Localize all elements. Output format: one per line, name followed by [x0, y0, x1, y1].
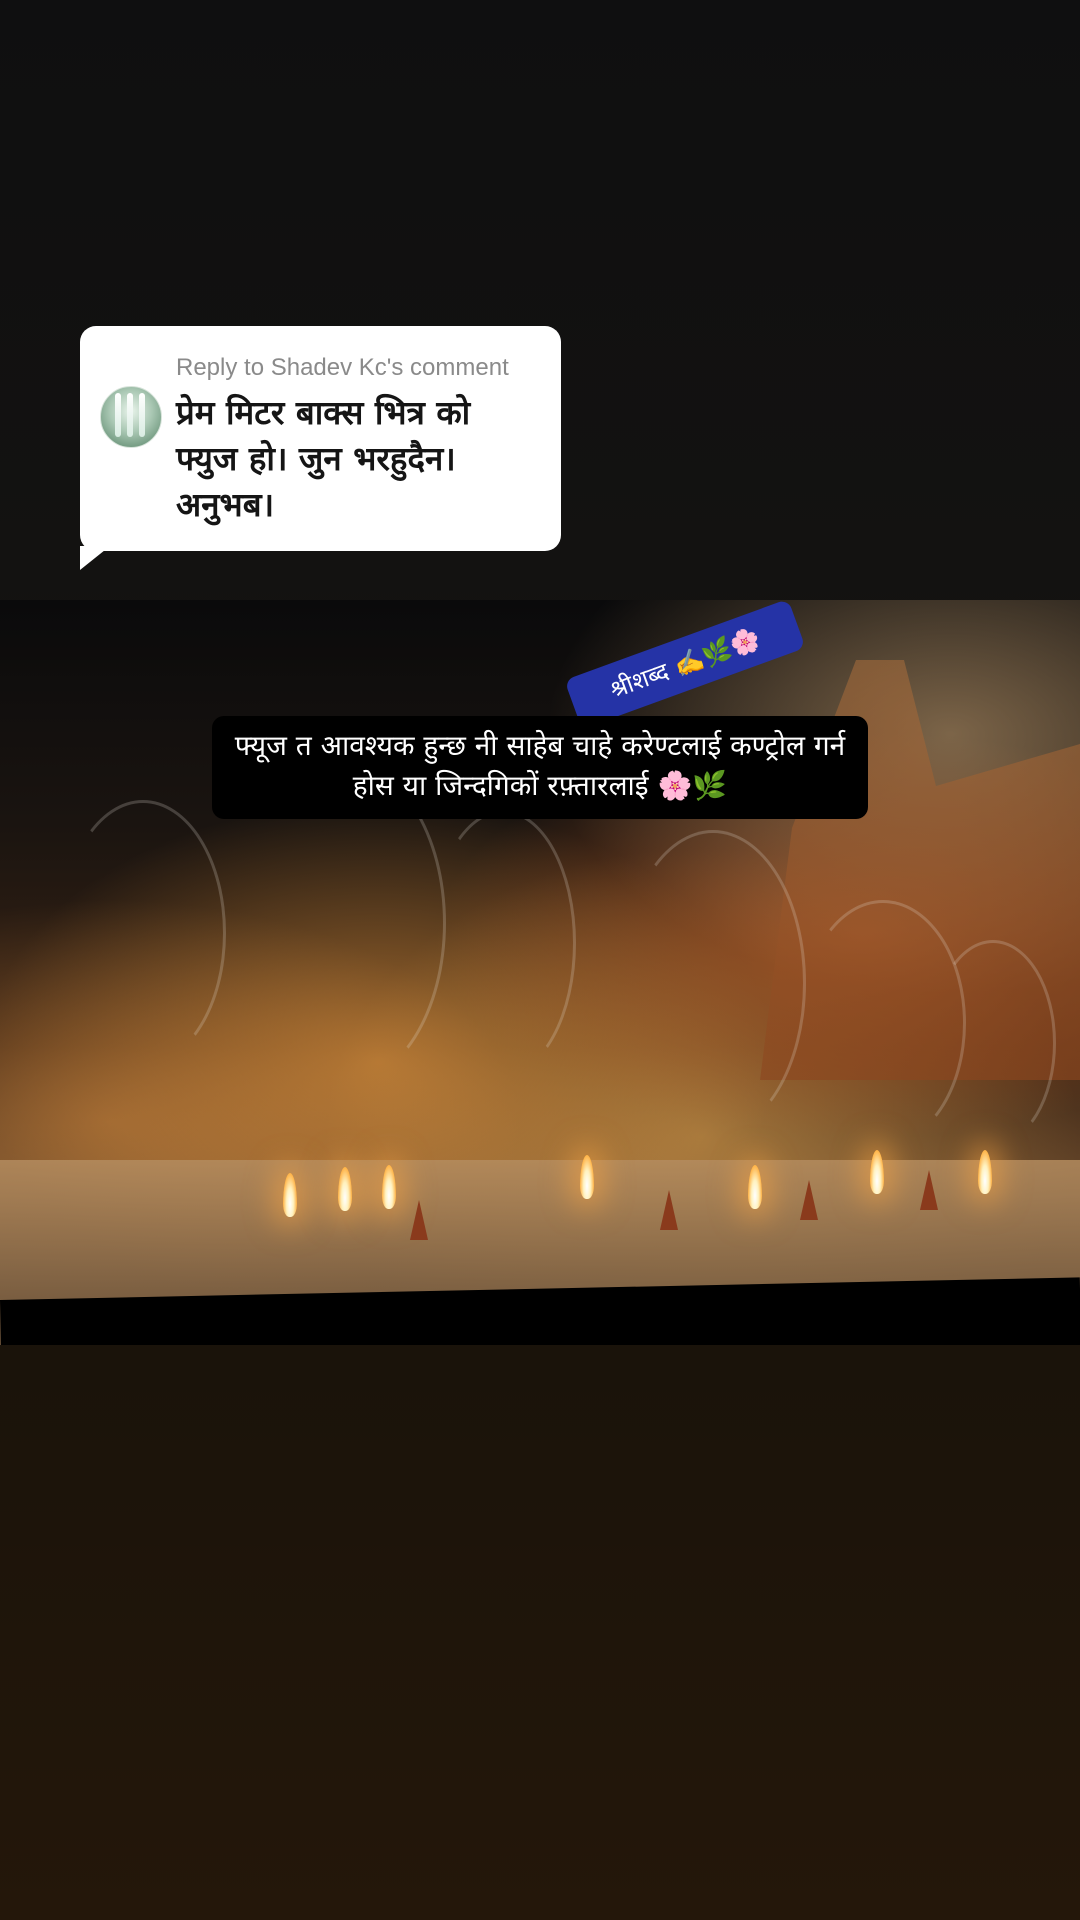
waterfall-icon — [139, 393, 145, 437]
commenter-avatar[interactable] — [100, 386, 162, 448]
smoke — [430, 810, 576, 1076]
reply-comment-text: प्रेम मिटर बाक्स भित्र को फ्युज हो। जुन … — [176, 393, 471, 524]
incense-cone — [800, 1180, 818, 1220]
lamp-flame — [870, 1150, 884, 1194]
incense-cone — [920, 1170, 938, 1210]
smoke — [620, 830, 806, 1136]
video-frame[interactable] — [0, 600, 1080, 1345]
incense-cone — [410, 1200, 428, 1240]
waterfall-icon — [127, 393, 133, 437]
screen: Reply to Shadev Kc's comment प्रेम मिटर … — [0, 0, 1080, 1920]
smoke — [60, 800, 226, 1066]
smoke — [930, 940, 1056, 1146]
waterfall-icon — [115, 393, 121, 437]
video-caption: फ्यूज त आवश्यक हुन्छ नी साहेब चाहे करेण्… — [212, 716, 868, 819]
lamp-flame — [978, 1150, 992, 1194]
incense-cone — [660, 1190, 678, 1230]
reply-header: Reply to Shadev Kc's comment — [176, 354, 509, 381]
reply-bubble-tail — [80, 546, 110, 570]
reply-comment-bubble[interactable]: Reply to Shadev Kc's comment प्रेम मिटर … — [80, 326, 561, 551]
